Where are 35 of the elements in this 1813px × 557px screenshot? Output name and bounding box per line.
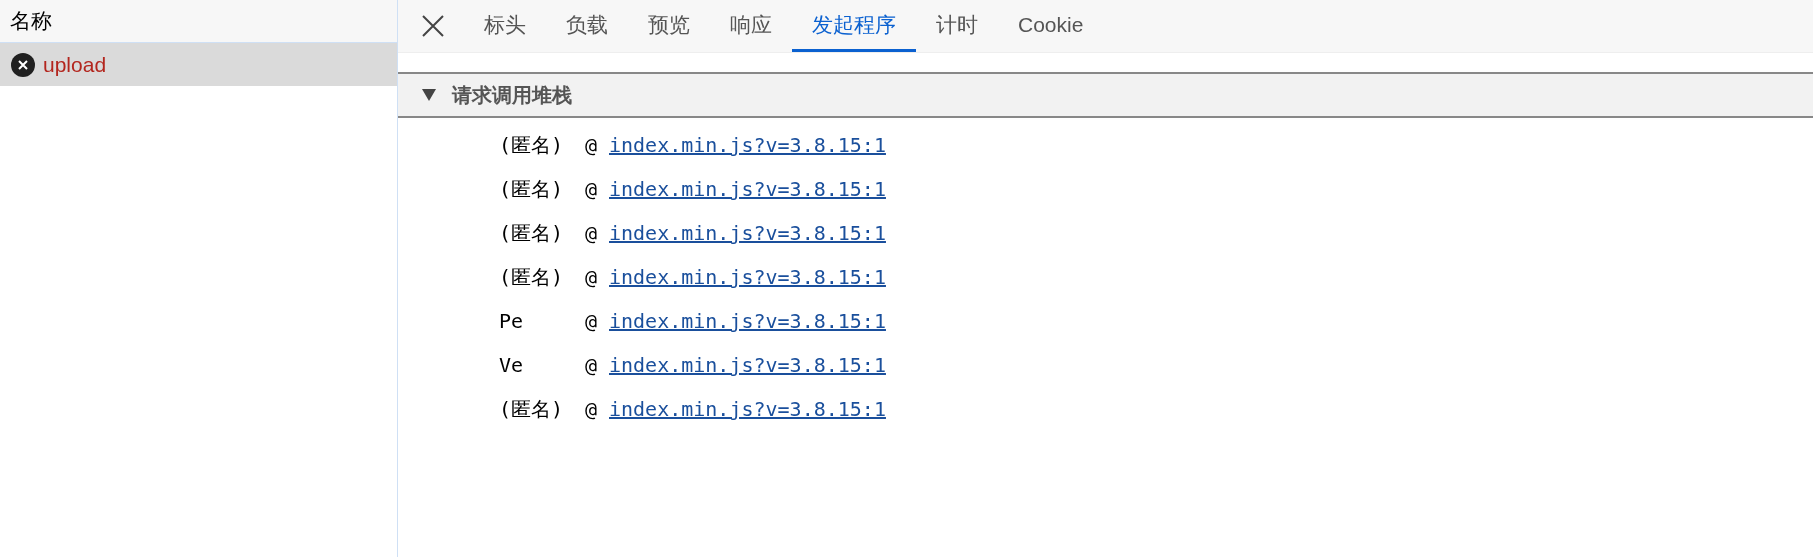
at-sign: @ (585, 308, 599, 335)
function-name: Ve (499, 352, 525, 379)
column-header[interactable]: 名称 (0, 0, 397, 43)
close-icon (421, 14, 445, 38)
triangle-icon (422, 89, 436, 101)
tab[interactable]: 计时 (916, 0, 998, 52)
source-link[interactable]: index.min.js?v=3.8.15:1 (609, 394, 886, 424)
function-name: (匿名) (499, 132, 565, 159)
source-link[interactable]: index.min.js?v=3.8.15:1 (609, 350, 886, 380)
at-sign: @ (585, 396, 599, 423)
request-row[interactable]: upload (0, 43, 397, 86)
function-name: (匿名) (499, 264, 565, 291)
function-name: (匿名) (499, 220, 565, 247)
source-link[interactable]: index.min.js?v=3.8.15:1 (609, 262, 886, 292)
error-icon (11, 52, 35, 77)
at-sign: @ (585, 132, 599, 159)
source-link[interactable]: index.min.js?v=3.8.15:1 (609, 174, 886, 204)
source-link[interactable]: index.min.js?v=3.8.15:1 (609, 218, 886, 248)
function-name: (匿名) (499, 176, 565, 203)
function-name: (匿名) (499, 396, 565, 423)
source-link[interactable]: index.min.js?v=3.8.15:1 (609, 130, 886, 160)
at-sign: @ (585, 176, 599, 203)
tab[interactable]: 预览 (628, 0, 710, 52)
tab[interactable]: Cookie (998, 0, 1104, 52)
section-title: 请求调用堆栈 (452, 83, 572, 108)
tab[interactable]: 负载 (546, 0, 628, 52)
tab[interactable]: 发起程序 (792, 0, 916, 52)
tab[interactable]: 响应 (710, 0, 792, 52)
source-link[interactable]: index.min.js?v=3.8.15:1 (609, 306, 886, 336)
tab[interactable]: 标头 (464, 0, 546, 52)
at-sign: @ (585, 352, 599, 379)
section-header[interactable]: 请求调用堆栈 (398, 72, 1813, 118)
function-name: Pe (499, 308, 525, 335)
at-sign: @ (585, 264, 599, 291)
at-sign: @ (585, 220, 599, 247)
